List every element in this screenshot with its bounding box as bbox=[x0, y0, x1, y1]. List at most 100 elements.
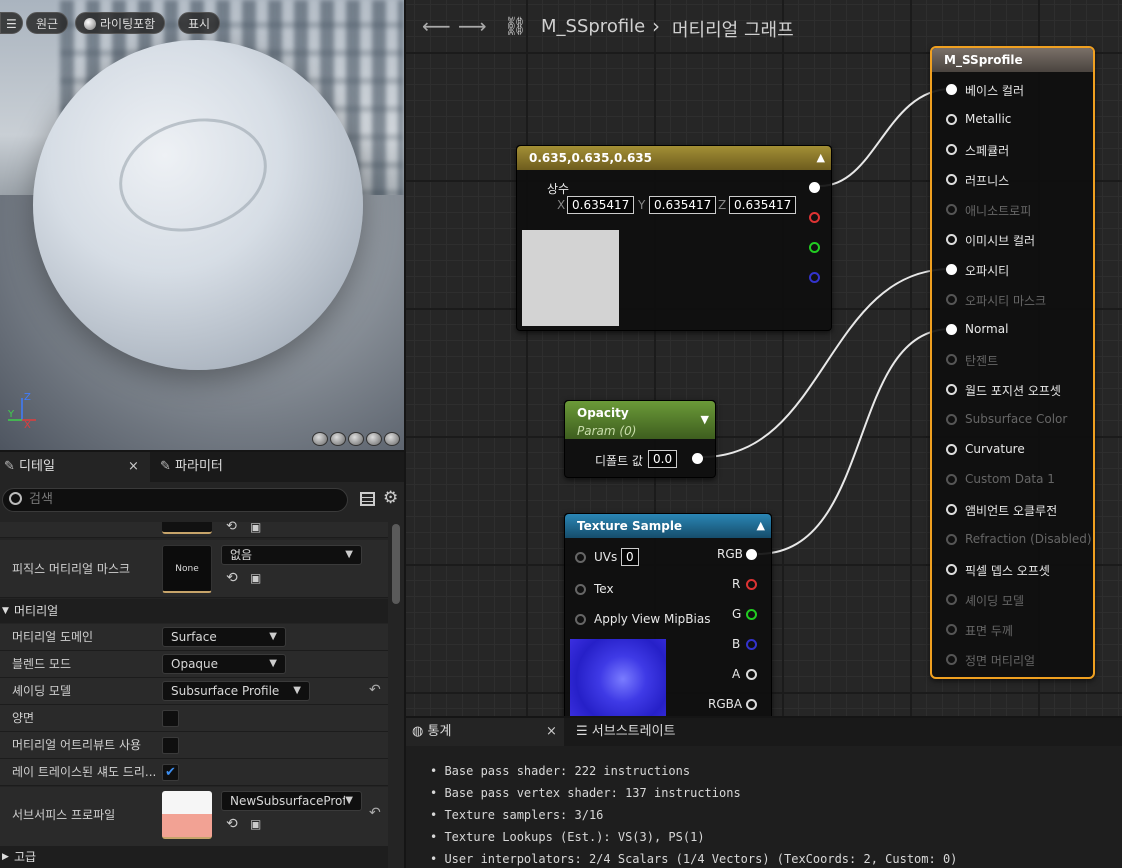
use-attributes-checkbox[interactable] bbox=[162, 737, 179, 754]
constant-r-pin[interactable] bbox=[809, 212, 820, 223]
result-input-pin[interactable] bbox=[946, 204, 957, 215]
viewport-menu-button[interactable]: ☰ bbox=[0, 12, 23, 34]
result-input-pin[interactable] bbox=[946, 114, 957, 125]
collapse-chevron-icon[interactable]: ▲ bbox=[817, 146, 825, 170]
bullet-icon: • bbox=[430, 786, 445, 800]
collapse-chevron-icon[interactable]: ▼ bbox=[701, 411, 709, 429]
twosided-checkbox[interactable] bbox=[162, 710, 179, 727]
tab-substrate[interactable]: ☰ 서브스트레이트 bbox=[576, 718, 676, 746]
g-label: G bbox=[732, 607, 742, 621]
result-input-pin[interactable] bbox=[946, 354, 957, 365]
reset-arrow-icon[interactable]: ↶ bbox=[369, 682, 381, 698]
section-advanced[interactable]: ▶ 고급 bbox=[0, 846, 388, 868]
uvs-value-input[interactable]: 0 bbox=[621, 548, 639, 566]
result-input-pin[interactable] bbox=[946, 144, 957, 155]
x-value-input[interactable]: 0.635417 bbox=[567, 196, 635, 214]
result-input-pin[interactable] bbox=[946, 264, 957, 275]
details-scrollbar[interactable] bbox=[392, 524, 400, 604]
result-input-pin[interactable] bbox=[946, 654, 957, 665]
texture-sample-node[interactable]: Texture Sample ▲ UVs 0 Tex Apply View Mi… bbox=[564, 513, 772, 716]
r-output-pin[interactable] bbox=[746, 579, 757, 590]
default-value-input[interactable]: 0.0 bbox=[648, 450, 678, 468]
tex-input-pin[interactable] bbox=[575, 584, 586, 595]
g-output-pin[interactable] bbox=[746, 609, 757, 620]
result-input-pin[interactable] bbox=[946, 414, 957, 425]
result-input-pin[interactable] bbox=[946, 174, 957, 185]
browse-asset-icon[interactable]: ▣ bbox=[250, 520, 261, 534]
cube-shape-icon[interactable] bbox=[366, 432, 382, 446]
opacity-node-header[interactable]: Opacity Param (0) ▼ bbox=[565, 401, 715, 439]
z-value-input[interactable]: 0.635417 bbox=[729, 196, 797, 214]
material-result-node[interactable]: M_SSprofile 베이스 컬러 Metallic 스페큘러 러프니스 애니소트로피… bbox=[930, 46, 1095, 679]
result-node-title: M_SSprofile bbox=[944, 53, 1023, 67]
lit-sphere-icon bbox=[84, 18, 96, 30]
result-node-header[interactable]: M_SSprofile bbox=[932, 48, 1093, 72]
tab-parameters[interactable]: ✎ 파라미터 bbox=[156, 452, 306, 482]
result-input-pin[interactable] bbox=[946, 474, 957, 485]
material-preview-viewport[interactable]: ☰ 원근 라이팅포함 표시 Z Y X bbox=[0, 0, 404, 450]
expand-arrow-icon: ▼ bbox=[2, 606, 9, 616]
table-view-icon[interactable] bbox=[360, 492, 375, 506]
result-input-pin[interactable] bbox=[946, 504, 957, 515]
rgba-output-pin[interactable] bbox=[746, 699, 757, 710]
opacity-output-pin[interactable] bbox=[692, 453, 703, 464]
phys-mask-dropdown[interactable]: 없음 ▼ bbox=[221, 545, 362, 565]
result-input-pin[interactable] bbox=[946, 234, 957, 245]
result-pin-label: 스페큘러 bbox=[965, 144, 1010, 158]
sphere-shape-icon[interactable] bbox=[330, 432, 346, 446]
plane-shape-icon[interactable] bbox=[348, 432, 364, 446]
tab-details[interactable]: ✎ 디테일 × bbox=[0, 452, 150, 482]
y-value-input[interactable]: 0.635417 bbox=[649, 196, 717, 214]
show-button[interactable]: 표시 bbox=[178, 12, 221, 34]
result-input-pin[interactable] bbox=[946, 564, 957, 575]
constant-node-header[interactable]: 0.635,0.635,0.635 ▲ bbox=[517, 146, 831, 170]
opacity-param-node[interactable]: Opacity Param (0) ▼ 디폴트 값 0.0 bbox=[564, 400, 716, 478]
result-input-pin[interactable] bbox=[946, 324, 957, 335]
result-input-pin[interactable] bbox=[946, 84, 957, 95]
cylinder-shape-icon[interactable] bbox=[312, 432, 328, 446]
perspective-button[interactable]: 원근 bbox=[26, 12, 69, 34]
material-domain-dropdown[interactable]: Surface ▼ bbox=[162, 627, 286, 647]
tab-stats[interactable]: ◍ 통계 × bbox=[406, 718, 564, 746]
result-pin-label: 표면 두께 bbox=[965, 624, 1013, 638]
lit-mode-button[interactable]: 라이팅포함 bbox=[75, 12, 166, 34]
b-output-pin[interactable] bbox=[746, 639, 757, 650]
mipbias-input-pin[interactable] bbox=[575, 614, 586, 625]
phys-mask-thumbnail[interactable]: None bbox=[162, 545, 212, 593]
constant3-node[interactable]: 0.635,0.635,0.635 ▲ 상수 X 0.635417 Y 0.63… bbox=[516, 145, 832, 331]
blend-mode-dropdown[interactable]: Opaque ▼ bbox=[162, 654, 286, 674]
details-search-input[interactable]: 검색 bbox=[2, 488, 348, 512]
material-graph-canvas[interactable]: ⟵ ⟶ ⛓ M_SSprofile › 머티리얼 그래프 0.635,0.635… bbox=[406, 0, 1122, 716]
use-asset-icon[interactable]: ⟲ bbox=[226, 816, 238, 832]
collapse-chevron-icon[interactable]: ▲ bbox=[757, 514, 765, 538]
uvs-input-pin[interactable] bbox=[575, 552, 586, 563]
use-asset-icon[interactable]: ⟲ bbox=[226, 570, 238, 586]
raytraced-shadow-checkbox[interactable]: ✔ bbox=[162, 764, 179, 781]
close-icon[interactable]: × bbox=[128, 452, 139, 482]
result-input-pin[interactable] bbox=[946, 384, 957, 395]
stats-line: • User interpolators: 2/4 Scalars (1/4 V… bbox=[430, 852, 957, 866]
result-input-pin[interactable] bbox=[946, 294, 957, 305]
use-asset-icon[interactable]: ⟲ bbox=[226, 519, 237, 534]
result-input-pin[interactable] bbox=[946, 444, 957, 455]
close-icon[interactable]: × bbox=[546, 718, 557, 746]
result-input-pin[interactable] bbox=[946, 624, 957, 635]
result-input-pin[interactable] bbox=[946, 594, 957, 605]
rgb-output-pin[interactable] bbox=[746, 549, 757, 560]
result-input-pin[interactable] bbox=[946, 534, 957, 545]
section-material[interactable]: ▼ 머티리얼 bbox=[0, 599, 388, 623]
shading-model-dropdown[interactable]: Subsurface Profile ▼ bbox=[162, 681, 310, 701]
settings-gear-icon[interactable]: ⚙ bbox=[383, 488, 398, 508]
constant-b-pin[interactable] bbox=[809, 272, 820, 283]
constant-output-pin[interactable] bbox=[809, 182, 820, 193]
subsurface-thumbnail[interactable] bbox=[162, 791, 212, 839]
constant-label: 상수 bbox=[547, 182, 570, 196]
constant-g-pin[interactable] bbox=[809, 242, 820, 253]
subsurface-profile-dropdown[interactable]: NewSubsurfaceProfil ▼ bbox=[221, 791, 362, 811]
browse-asset-icon[interactable]: ▣ bbox=[250, 571, 261, 585]
texture-node-header[interactable]: Texture Sample ▲ bbox=[565, 514, 771, 538]
browse-asset-icon[interactable]: ▣ bbox=[250, 817, 261, 831]
mesh-shape-icon[interactable] bbox=[384, 432, 400, 446]
reset-arrow-icon[interactable]: ↶ bbox=[369, 805, 381, 821]
a-output-pin[interactable] bbox=[746, 669, 757, 680]
